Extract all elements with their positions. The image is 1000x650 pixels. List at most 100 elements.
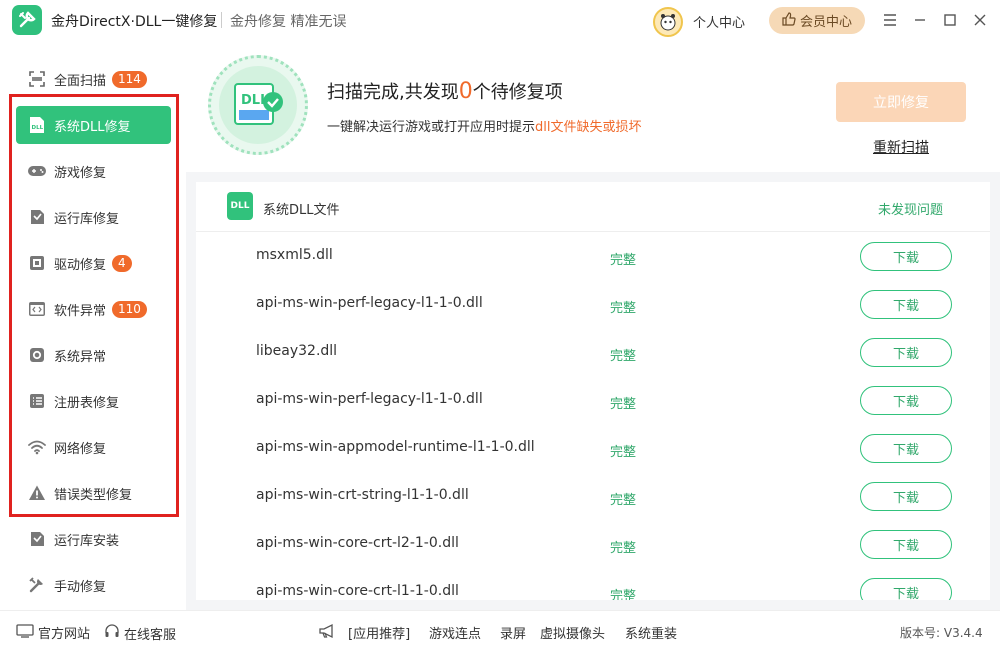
- official-site-link[interactable]: 官方网站: [16, 623, 90, 642]
- issue-count: 0: [458, 79, 473, 104]
- sidebar-item-network-fix[interactable]: 网络修复: [16, 428, 171, 466]
- sidebar-item-manual-fix[interactable]: 手动修复: [16, 566, 171, 604]
- sidebar: 全面扫描 114 DLL 系统DLL修复 游戏修复 运行库修复 驱动修复 4 软…: [0, 40, 186, 610]
- code-window-icon: [26, 298, 48, 320]
- scan-title-prefix: 扫描完成,共发现: [327, 82, 459, 103]
- download-button[interactable]: 下载: [860, 386, 952, 415]
- recommend-system-reinstall[interactable]: 系统重装: [625, 623, 677, 642]
- list-item: api-ms-win-crt-string-l1-1-0.dll 完整 下载: [196, 473, 990, 521]
- personal-center-link[interactable]: 个人中心: [693, 12, 745, 31]
- count-badge: 114: [112, 70, 147, 88]
- app-title: 金舟DirectX·DLL一键修复: [51, 14, 218, 30]
- megaphone-icon: [318, 623, 338, 639]
- dll-file-status: 完整: [610, 541, 637, 556]
- close-icon[interactable]: [970, 10, 990, 30]
- scan-result-graphic: DLL: [208, 55, 308, 155]
- sidebar-item-label: 系统异常: [54, 349, 107, 365]
- footer-bar: 官方网站 在线客服 [应用推荐] 游戏连点 录屏 虚拟摄像头 系统重装 版本号:…: [0, 610, 1000, 650]
- app-window: 金舟DirectX·DLL一键修复 金舟修复 精准无误 个人中心 会员中心 全面…: [0, 0, 1000, 650]
- sidebar-item-label: 游戏修复: [54, 165, 107, 181]
- member-center-button[interactable]: 会员中心: [769, 7, 865, 34]
- sidebar-item-full-scan[interactable]: 全面扫描 114: [16, 60, 171, 98]
- fix-now-button[interactable]: 立即修复: [836, 82, 966, 122]
- sidebar-item-error-type-fix[interactable]: 错误类型修复: [16, 474, 171, 512]
- recommend-game-clicker[interactable]: 游戏连点: [429, 623, 481, 642]
- main-panel: DLL 扫描完成,共发现0个待修复项 一键解决运行游戏或打开应用时提示dll文件…: [186, 40, 1000, 610]
- list-item: libeay32.dll 完整 下载: [196, 329, 990, 377]
- thumbs-up-icon: [782, 11, 796, 30]
- app-slogan: 金舟修复 精准无误: [230, 14, 347, 30]
- download-button[interactable]: 下载: [860, 434, 952, 463]
- sidebar-item-software-error[interactable]: 软件异常 110: [16, 290, 171, 328]
- minimize-icon[interactable]: [910, 10, 930, 30]
- sidebar-item-label: 驱动修复: [54, 257, 107, 273]
- sidebar-item-label: 运行库修复: [54, 211, 120, 227]
- sidebar-item-system-error[interactable]: 系统异常: [16, 336, 171, 374]
- headset-icon: [104, 623, 120, 643]
- monitor-icon: [16, 623, 34, 642]
- gear-icon: [26, 344, 48, 366]
- sidebar-item-registry-fix[interactable]: 注册表修复: [16, 382, 171, 420]
- count-badge: 110: [112, 300, 147, 318]
- dll-file-name: msxml5.dll: [256, 247, 333, 263]
- sidebar-item-label: 网络修复: [54, 441, 107, 457]
- recommend-screen-record[interactable]: 录屏: [500, 623, 526, 642]
- list-item: api-ms-win-perf-legacy-l1-1-0.dll 完整 下载: [196, 281, 990, 329]
- sidebar-item-game-fix[interactable]: 游戏修复: [16, 152, 171, 190]
- warning-icon: [26, 482, 48, 504]
- online-service-link[interactable]: 在线客服: [104, 623, 176, 643]
- runtime-icon: [26, 206, 48, 228]
- dll-file-name: api-ms-win-perf-legacy-l1-1-0.dll: [256, 391, 483, 407]
- sidebar-item-driver-fix[interactable]: 驱动修复 4: [16, 244, 171, 282]
- avatar[interactable]: [653, 7, 683, 37]
- dll-file-list: DLL 系统DLL文件 未发现问题 msxml5.dll 完整 下载 api-m…: [196, 182, 990, 600]
- sidebar-item-label: 系统DLL修复: [54, 119, 131, 135]
- download-button[interactable]: 下载: [860, 338, 952, 367]
- scan-title-suffix: 个待修复项: [472, 82, 563, 103]
- list-item: msxml5.dll 完整 下载: [196, 233, 990, 281]
- gamepad-icon: [26, 160, 48, 182]
- dll-file-status: 完整: [610, 493, 637, 508]
- maximize-icon[interactable]: [940, 10, 960, 30]
- online-service-label: 在线客服: [124, 627, 177, 643]
- scan-result-title: 扫描完成,共发现0个待修复项: [327, 78, 563, 104]
- list-title: 系统DLL文件: [263, 203, 340, 218]
- dll-file-name: api-ms-win-core-crt-l1-1-0.dll: [256, 583, 459, 599]
- list-header: DLL 系统DLL文件 未发现问题: [196, 182, 990, 232]
- rescan-link[interactable]: 重新扫描: [873, 137, 929, 157]
- scan-subtitle-highlight: dll文件缺失或损坏: [535, 120, 642, 135]
- list-item: api-ms-win-perf-legacy-l1-1-0.dll 完整 下载: [196, 377, 990, 425]
- sidebar-item-runtime-fix[interactable]: 运行库修复: [16, 198, 171, 236]
- download-button[interactable]: 下载: [860, 290, 952, 319]
- sidebar-item-runtime-install[interactable]: 运行库安装: [16, 520, 171, 558]
- download-button[interactable]: 下载: [860, 242, 952, 271]
- list-item: api-ms-win-appmodel-runtime-l1-1-0.dll 完…: [196, 425, 990, 473]
- menu-icon[interactable]: [880, 10, 900, 30]
- sidebar-item-label: 手动修复: [54, 579, 107, 595]
- sidebar-item-label: 运行库安装: [54, 533, 120, 549]
- app-recommend-label: [应用推荐]: [348, 627, 411, 642]
- download-button[interactable]: 下载: [860, 482, 952, 511]
- download-button[interactable]: 下载: [860, 530, 952, 559]
- dll-file-status: 完整: [610, 301, 637, 316]
- dll-file-icon: DLL: [227, 192, 253, 220]
- list-status: 未发现问题: [878, 203, 944, 218]
- download-button[interactable]: 下载: [860, 578, 952, 600]
- dll-file-status: 完整: [610, 445, 637, 460]
- svg-text:DLL: DLL: [32, 125, 44, 131]
- dll-file-status: 完整: [610, 397, 637, 412]
- sidebar-item-label: 软件异常: [54, 303, 107, 319]
- dll-file-icon: DLL: [26, 114, 48, 136]
- title-divider: [221, 12, 222, 28]
- scan-subtitle-text: 一键解决运行游戏或打开应用时提示: [327, 120, 536, 135]
- driver-icon: [26, 252, 48, 274]
- title-bar: 金舟DirectX·DLL一键修复 金舟修复 精准无误 个人中心 会员中心: [0, 0, 1000, 40]
- install-icon: [26, 528, 48, 550]
- sidebar-item-label: 错误类型修复: [54, 487, 133, 503]
- scan-summary-card: DLL 扫描完成,共发现0个待修复项 一键解决运行游戏或打开应用时提示dll文件…: [186, 40, 1000, 172]
- sidebar-item-system-dll[interactable]: DLL 系统DLL修复: [16, 106, 171, 144]
- list-icon: [26, 390, 48, 412]
- recommend-virtual-camera[interactable]: 虚拟摄像头: [540, 623, 605, 642]
- count-badge: 4: [112, 254, 132, 272]
- version-label: 版本号: V3.4.4: [900, 626, 983, 640]
